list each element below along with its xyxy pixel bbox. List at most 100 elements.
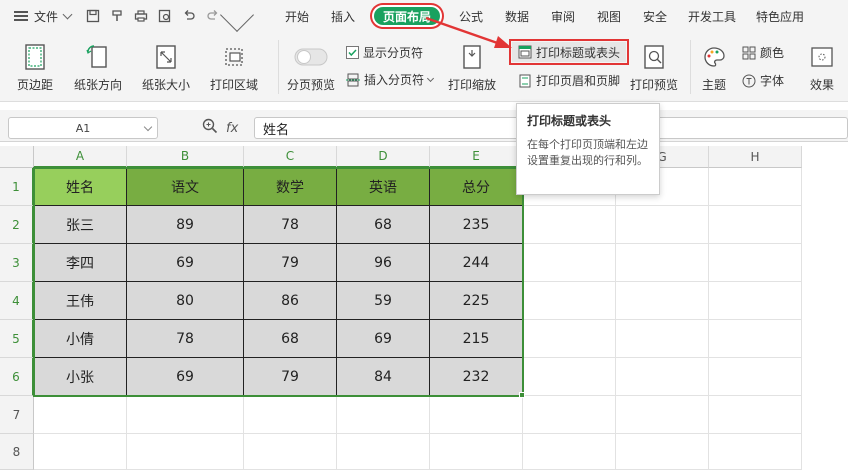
cell-b8[interactable] (127, 434, 244, 470)
cell-g5[interactable] (616, 320, 709, 358)
cell-e5[interactable]: 215 (430, 320, 523, 358)
save-icon[interactable] (81, 4, 105, 28)
cell-e8[interactable] (430, 434, 523, 470)
cell-b5[interactable]: 78 (127, 320, 244, 358)
cell-h1[interactable] (709, 168, 802, 206)
fill-handle[interactable] (519, 392, 525, 398)
cell-c6[interactable]: 79 (244, 358, 337, 396)
row-header-3[interactable]: 3 (0, 244, 34, 282)
orientation-button[interactable]: 纸张方向 (70, 42, 126, 93)
cell-g2[interactable] (616, 206, 709, 244)
cell-c2[interactable]: 78 (244, 206, 337, 244)
cell-h7[interactable] (709, 396, 802, 434)
cell-a8[interactable] (34, 434, 127, 470)
cell-h2[interactable] (709, 206, 802, 244)
file-menu[interactable]: 文件 (0, 0, 73, 32)
name-box[interactable]: A1 (8, 117, 158, 139)
cell-a4[interactable]: 王伟 (34, 282, 127, 320)
cell-a7[interactable] (34, 396, 127, 434)
cell-e6[interactable]: 232 (430, 358, 523, 396)
cell-f5[interactable] (523, 320, 616, 358)
select-all-corner[interactable] (0, 146, 34, 168)
cell-b6[interactable]: 69 (127, 358, 244, 396)
cell-f6[interactable] (523, 358, 616, 396)
print-icon[interactable] (129, 4, 153, 28)
margins-button[interactable]: 页边距 (12, 42, 58, 93)
cell-d4[interactable]: 59 (337, 282, 430, 320)
cell-g3[interactable] (616, 244, 709, 282)
more-icon[interactable] (220, 0, 254, 32)
print-titles-button[interactable]: 打印标题或表头 (508, 39, 630, 65)
cell-a1[interactable]: 姓名 (34, 168, 127, 206)
cell-d7[interactable] (337, 396, 430, 434)
cell-h6[interactable] (709, 358, 802, 396)
cell-a2[interactable]: 张三 (34, 206, 127, 244)
column-header-h[interactable]: H (709, 146, 802, 168)
show-page-breaks-checkbox[interactable]: 显示分页符 (346, 44, 423, 61)
cell-c8[interactable] (244, 434, 337, 470)
tab-security[interactable]: 安全 (632, 0, 678, 32)
cell-d8[interactable] (337, 434, 430, 470)
print-preview-button[interactable]: 打印预览 (626, 42, 682, 93)
cell-d1[interactable]: 英语 (337, 168, 430, 206)
cell-f2[interactable] (523, 206, 616, 244)
row-header-1[interactable]: 1 (0, 168, 34, 206)
column-header-d[interactable]: D (337, 146, 430, 168)
cell-d6[interactable]: 84 (337, 358, 430, 396)
cell-a6[interactable]: 小张 (34, 358, 127, 396)
cell-f8[interactable] (523, 434, 616, 470)
cell-g4[interactable] (616, 282, 709, 320)
cell-e7[interactable] (430, 396, 523, 434)
tab-developer[interactable]: 开发工具 (678, 0, 746, 32)
zoom-icon[interactable] (202, 118, 218, 138)
print-area-button[interactable]: 打印区域 (206, 42, 262, 93)
tab-review[interactable]: 审阅 (540, 0, 586, 32)
cell-b3[interactable]: 69 (127, 244, 244, 282)
cell-h4[interactable] (709, 282, 802, 320)
cell-g6[interactable] (616, 358, 709, 396)
print-preview-quick-icon[interactable] (153, 4, 177, 28)
cell-d5[interactable]: 69 (337, 320, 430, 358)
cell-e1[interactable]: 总分 (430, 168, 523, 206)
format-painter-icon[interactable] (105, 4, 129, 28)
cell-b2[interactable]: 89 (127, 206, 244, 244)
cell-e4[interactable]: 225 (430, 282, 523, 320)
tab-home[interactable]: 开始 (274, 0, 320, 32)
cell-e3[interactable]: 244 (430, 244, 523, 282)
tab-insert[interactable]: 插入 (320, 0, 366, 32)
row-header-8[interactable]: 8 (0, 434, 34, 470)
cell-f3[interactable] (523, 244, 616, 282)
column-header-c[interactable]: C (244, 146, 337, 168)
cell-a3[interactable]: 李四 (34, 244, 127, 282)
cell-c4[interactable]: 86 (244, 282, 337, 320)
cell-f7[interactable] (523, 396, 616, 434)
cell-c3[interactable]: 79 (244, 244, 337, 282)
effects-button[interactable]: 效果 (802, 42, 842, 93)
column-header-e[interactable]: E (430, 146, 523, 168)
row-header-2[interactable]: 2 (0, 206, 34, 244)
row-header-6[interactable]: 6 (0, 358, 34, 396)
column-header-a[interactable]: A (34, 146, 127, 168)
row-header-4[interactable]: 4 (0, 282, 34, 320)
cell-h3[interactable] (709, 244, 802, 282)
cell-e2[interactable]: 235 (430, 206, 523, 244)
cell-c1[interactable]: 数学 (244, 168, 337, 206)
cell-d3[interactable]: 96 (337, 244, 430, 282)
undo-icon[interactable] (177, 4, 201, 28)
paper-size-button[interactable]: 纸张大小 (138, 42, 194, 93)
page-break-preview-button[interactable]: 分页预览 (286, 42, 336, 93)
cell-b4[interactable]: 80 (127, 282, 244, 320)
cell-c7[interactable] (244, 396, 337, 434)
tab-features[interactable]: 特色应用 (746, 0, 814, 32)
row-header-7[interactable]: 7 (0, 396, 34, 434)
colors-button[interactable]: 颜色 (742, 44, 784, 61)
fonts-button[interactable]: 字体 (742, 72, 784, 89)
cell-h5[interactable] (709, 320, 802, 358)
function-icon[interactable]: fx (226, 121, 238, 136)
header-footer-button[interactable]: 打印页眉和页脚 (518, 72, 620, 89)
cell-c5[interactable]: 68 (244, 320, 337, 358)
cell-h8[interactable] (709, 434, 802, 470)
cell-a5[interactable]: 小倩 (34, 320, 127, 358)
cell-g8[interactable] (616, 434, 709, 470)
cell-b7[interactable] (127, 396, 244, 434)
